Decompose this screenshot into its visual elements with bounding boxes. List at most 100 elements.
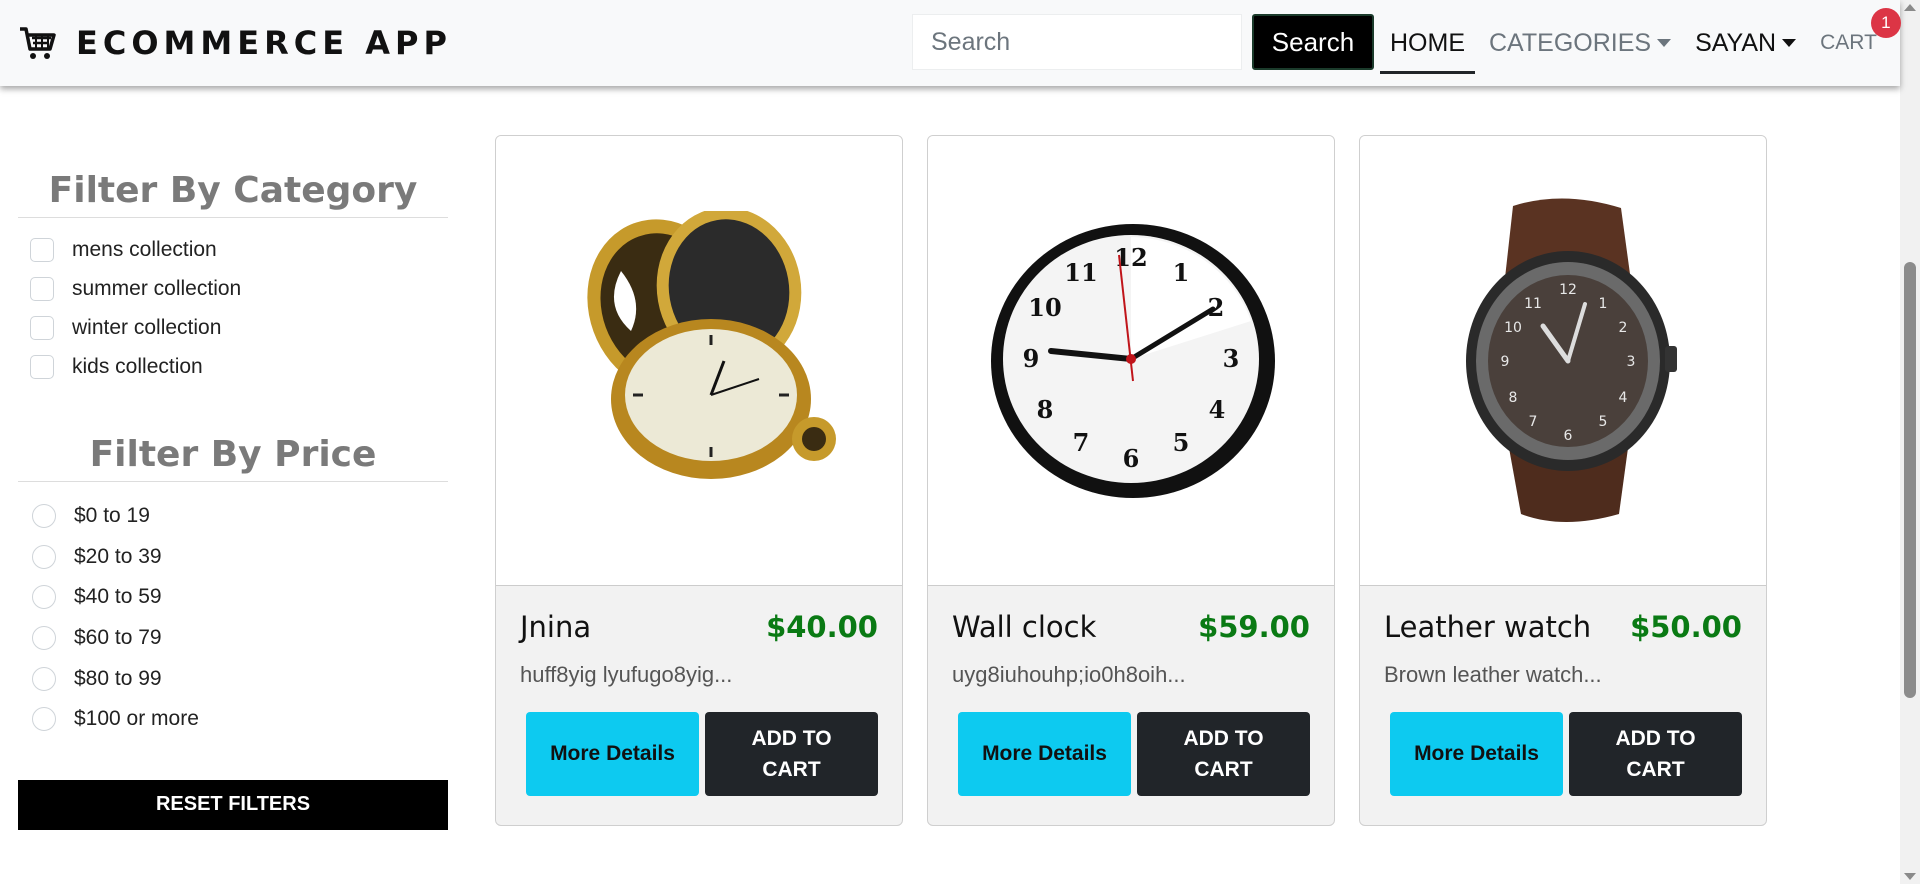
svg-text:11: 11 — [1524, 296, 1542, 312]
price-radio[interactable] — [32, 666, 56, 691]
product-card: Jnina $40.00 huff8yig lyufugo8yig... Mor… — [495, 135, 903, 826]
chevron-down-icon — [1657, 39, 1672, 47]
price-option[interactable]: $20 to 39 — [18, 537, 448, 578]
svg-text:8: 8 — [1509, 390, 1518, 406]
price-option-label: $20 to 39 — [74, 544, 162, 568]
product-card-body: Wall clock $59.00 uyg8iuhouhp;io0h8oih..… — [928, 586, 1334, 820]
product-image[interactable]: 12 3 6 9 1 2 4 5 7 8 10 11 — [1360, 136, 1766, 586]
svg-text:3: 3 — [1223, 344, 1240, 373]
price-option[interactable]: $0 to 19 — [18, 496, 448, 537]
search-button[interactable]: Search — [1252, 14, 1374, 70]
more-details-button[interactable]: More Details — [958, 712, 1131, 796]
svg-text:5: 5 — [1599, 414, 1608, 430]
category-option[interactable]: winter collection — [18, 308, 448, 347]
nav-cart-label: CART — [1820, 31, 1877, 54]
product-image[interactable]: 12 1 2 3 4 5 6 7 8 9 10 11 — [928, 136, 1334, 586]
product-name: Leather watch — [1384, 610, 1592, 644]
price-radio[interactable] — [32, 544, 56, 569]
product-actions: More Details ADD TO CART — [952, 712, 1310, 796]
scroll-up-arrow-icon[interactable] — [1904, 4, 1916, 11]
svg-text:6: 6 — [1123, 444, 1140, 473]
add-to-cart-button[interactable]: ADD TO CART — [1569, 712, 1742, 796]
product-name: Jnina — [520, 610, 592, 644]
nav-home[interactable]: HOME — [1380, 0, 1475, 86]
product-actions: More Details ADD TO CART — [520, 712, 878, 796]
price-option-label: $0 to 19 — [74, 504, 150, 528]
nav-categories-label: CATEGORIES — [1489, 28, 1652, 57]
svg-text:9: 9 — [1023, 344, 1040, 373]
price-radio[interactable] — [32, 707, 56, 732]
nav-categories-dropdown[interactable]: CATEGORIES — [1489, 0, 1672, 86]
cart-icon — [20, 27, 56, 59]
category-checkbox[interactable] — [30, 276, 54, 301]
category-option-label: summer collection — [72, 276, 242, 300]
category-option[interactable]: mens collection — [18, 230, 448, 269]
svg-text:3: 3 — [1627, 354, 1636, 370]
more-details-button[interactable]: More Details — [1390, 712, 1563, 796]
nav-home-label: HOME — [1390, 28, 1465, 57]
nav-user-dropdown[interactable]: SAYAN — [1695, 0, 1797, 86]
category-option[interactable]: summer collection — [18, 269, 448, 308]
more-details-button[interactable]: More Details — [526, 712, 699, 796]
product-card-body: Leather watch $50.00 Brown leather watch… — [1360, 586, 1766, 820]
scrollbar-thumb[interactable] — [1904, 262, 1916, 698]
svg-text:10: 10 — [1504, 320, 1522, 336]
price-option-label: $100 or more — [74, 707, 199, 731]
product-price: $59.00 — [1198, 610, 1310, 644]
category-filter-list: mens collection summer collection winter… — [18, 230, 448, 386]
price-option[interactable]: $80 to 99 — [18, 658, 448, 699]
price-filter-list: $0 to 19 $20 to 39 $40 to 59 $60 to 79 $… — [18, 496, 448, 740]
product-price: $40.00 — [766, 610, 878, 644]
svg-text:2: 2 — [1619, 320, 1628, 336]
price-option[interactable]: $60 to 79 — [18, 618, 448, 659]
product-card: 12 1 2 3 4 5 6 7 8 9 10 11 Wall clock $5… — [927, 135, 1335, 826]
product-card: 12 3 6 9 1 2 4 5 7 8 10 11 Leather watch… — [1359, 135, 1767, 826]
category-checkbox[interactable] — [30, 354, 54, 379]
nav-links: HOME CATEGORIES SAYAN CART 1 — [1380, 0, 1901, 86]
svg-text:10: 10 — [1028, 293, 1061, 322]
add-to-cart-button[interactable]: ADD TO CART — [705, 712, 878, 796]
svg-text:9: 9 — [1501, 354, 1510, 370]
category-checkbox[interactable] — [30, 237, 54, 262]
product-grid: Jnina $40.00 huff8yig lyufugo8yig... Mor… — [495, 135, 1791, 826]
product-image[interactable] — [496, 136, 902, 586]
product-description: uyg8iuhouhp;io0h8oih... — [952, 662, 1186, 687]
category-option-label: winter collection — [72, 315, 222, 339]
price-radio[interactable] — [32, 504, 56, 529]
nav-cart[interactable]: CART 1 — [1820, 0, 1901, 86]
svg-text:11: 11 — [1064, 258, 1097, 287]
product-title-row: Wall clock $59.00 — [952, 610, 1310, 644]
page-scrollbar[interactable] — [1900, 0, 1920, 884]
brand-name: ECOMMERCE APP — [76, 24, 452, 62]
brand[interactable]: ECOMMERCE APP — [18, 23, 452, 63]
svg-text:1: 1 — [1173, 258, 1190, 287]
search-input[interactable] — [912, 14, 1242, 70]
category-filter-title: Filter By Category — [18, 170, 448, 218]
reset-filters-button[interactable]: RESET FILTERS — [18, 779, 448, 830]
product-card-body: Jnina $40.00 huff8yig lyufugo8yig... Mor… — [496, 586, 902, 820]
scroll-down-arrow-icon[interactable] — [1904, 873, 1916, 880]
svg-text:7: 7 — [1073, 428, 1090, 457]
svg-text:7: 7 — [1529, 414, 1538, 430]
category-checkbox[interactable] — [30, 315, 54, 340]
leather-watch-image: 12 3 6 9 1 2 4 5 7 8 10 11 — [1466, 197, 1677, 522]
price-radio[interactable] — [32, 585, 56, 610]
svg-text:4: 4 — [1209, 395, 1226, 424]
category-option[interactable]: kids collection — [18, 347, 448, 386]
price-radio[interactable] — [32, 626, 56, 651]
product-title-row: Jnina $40.00 — [520, 610, 878, 644]
price-filter-section: Filter By Price $0 to 19 $20 to 39 $40 t… — [18, 434, 448, 740]
price-option[interactable]: $40 to 59 — [18, 577, 448, 618]
nav-user-label: SAYAN — [1695, 28, 1777, 57]
product-description: Brown leather watch... — [1384, 662, 1602, 687]
product-description: huff8yig lyufugo8yig... — [520, 662, 733, 687]
price-filter-title: Filter By Price — [18, 434, 448, 482]
product-title-row: Leather watch $50.00 — [1384, 610, 1742, 644]
svg-text:12: 12 — [1559, 282, 1577, 298]
add-to-cart-button[interactable]: ADD TO CART — [1137, 712, 1310, 796]
svg-text:2: 2 — [1208, 293, 1225, 322]
filter-sidebar: Filter By Category mens collection summe… — [18, 170, 448, 830]
svg-text:5: 5 — [1173, 428, 1190, 457]
price-option[interactable]: $100 or more — [18, 699, 448, 740]
navbar: ECOMMERCE APP Search HOME CATEGORIES SAY… — [0, 0, 1901, 86]
